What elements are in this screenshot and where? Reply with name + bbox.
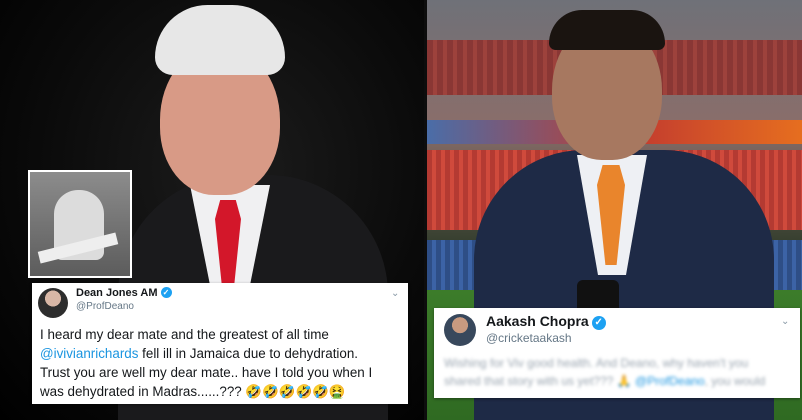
tweet-author-name[interactable]: Aakash Chopra ✓	[486, 313, 606, 330]
avatar[interactable]	[444, 314, 476, 346]
blurred-line-2-end: , you would	[704, 374, 766, 388]
tweet-author-handle[interactable]: @cricketaakash	[486, 331, 572, 345]
blurred-line-2: shared that story with us yet??? 🙏 @Prof…	[444, 372, 794, 390]
tweet-card-aakash-chopra[interactable]: Aakash Chopra ✓ @cricketaakash ⌄ Wishing …	[434, 308, 800, 398]
blurred-mention: @ProfDeano	[635, 374, 705, 388]
tweet-author-handle[interactable]: @ProfDeano	[76, 301, 134, 312]
tweet-card-dean-jones[interactable]: Dean Jones AM ✓ @ProfDeano ⌄ I heard my d…	[32, 283, 408, 404]
author-name-text[interactable]: Dean Jones AM	[76, 287, 158, 299]
blurred-line-2-start: shared that story with us yet??? 🙏	[444, 374, 632, 388]
tweet-body: I heard my dear mate and the greatest of…	[40, 325, 404, 401]
author-name-text[interactable]: Aakash Chopra	[486, 313, 589, 329]
tweet-line-2: @ivivianrichards fell ill in Jamaica due…	[40, 344, 404, 363]
inset-cricket-photo	[28, 170, 132, 278]
chevron-down-icon[interactable]: ⌄	[391, 289, 400, 299]
tweet-author-name[interactable]: Dean Jones AM ✓	[76, 287, 172, 299]
chevron-down-icon[interactable]: ⌄	[781, 317, 790, 327]
mention-link[interactable]: @ivivianrichards	[40, 346, 138, 361]
verified-badge-icon: ✓	[591, 316, 606, 330]
verified-badge-icon: ✓	[160, 287, 172, 298]
meme-collage: Dean Jones AM ✓ @ProfDeano ⌄ I heard my d…	[0, 0, 802, 420]
right-person-hair	[549, 10, 665, 50]
left-person-hair	[155, 5, 285, 75]
tweet-line-2-rest: fell ill in Jamaica due to dehydration.	[138, 346, 359, 361]
avatar[interactable]	[38, 288, 68, 318]
tweet-line-3: Trust you are well my dear mate.. have I…	[40, 365, 373, 380]
blurred-line-1: Wishing for Viv good health. And Deano, …	[444, 356, 749, 370]
tweet-line-4: was dehydrated in Madras......??? 🤣🤣🤣🤣🤣🤮	[40, 384, 346, 399]
tweet-line-1: I heard my dear mate and the greatest of…	[40, 327, 329, 342]
tweet-body-blurred: Wishing for Viv good health. And Deano, …	[444, 354, 794, 390]
left-photo-panel: Dean Jones AM ✓ @ProfDeano ⌄ I heard my d…	[0, 0, 424, 420]
